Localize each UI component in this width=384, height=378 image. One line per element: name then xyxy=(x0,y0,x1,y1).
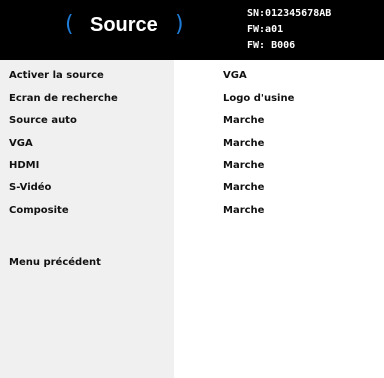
menu-item-source-auto[interactable]: Source auto Marche xyxy=(0,111,384,134)
menu-item-label: Source auto xyxy=(9,115,77,126)
right-paren: ) xyxy=(175,12,184,37)
back-menu-label: Menu précédent xyxy=(9,257,101,268)
menu-item-label: Activer la source xyxy=(9,70,104,81)
menu-item-back[interactable]: Menu précédent xyxy=(0,253,384,276)
device-info: SN:012345678AB FW:a01 FW: B006 xyxy=(247,6,331,54)
page-title: Source xyxy=(90,14,158,36)
menu-item-vga[interactable]: VGA Marche xyxy=(0,134,384,157)
menu-item-value: Marche xyxy=(223,115,265,126)
serial-number: SN:012345678AB xyxy=(247,8,332,19)
menu-item-hdmi[interactable]: HDMI Marche xyxy=(0,156,384,179)
menu-item-composite[interactable]: Composite Marche xyxy=(0,201,384,224)
menu-item-label: HDMI xyxy=(9,160,40,171)
menu-item-ecran-de-recherche[interactable]: Ecran de recherche Logo d'usine xyxy=(0,89,384,112)
menu-item-s-video[interactable]: S-Vidéo Marche xyxy=(0,178,384,201)
menu-item-value: Marche xyxy=(223,182,265,193)
menu-item-label: VGA xyxy=(9,138,33,149)
menu-item-label: Composite xyxy=(9,205,69,216)
menu-item-label: S-Vidéo xyxy=(9,182,52,193)
menu-item-activer-la-source[interactable]: Activer la source VGA xyxy=(0,66,384,89)
left-paren: ( xyxy=(65,12,74,37)
firmware-a: FW:a01 xyxy=(247,24,284,35)
menu-item-value: VGA xyxy=(223,70,247,81)
menu-header: ( Source ) SN:012345678AB FW:a01 FW: B00… xyxy=(0,0,384,60)
menu-item-value: Marche xyxy=(223,205,265,216)
firmware-b: FW: B006 xyxy=(247,40,296,51)
menu-item-value: Logo d'usine xyxy=(223,93,295,104)
menu-item-label: Ecran de recherche xyxy=(9,93,118,104)
menu-item-value: Marche xyxy=(223,160,265,171)
menu-item-value: Marche xyxy=(223,138,265,149)
